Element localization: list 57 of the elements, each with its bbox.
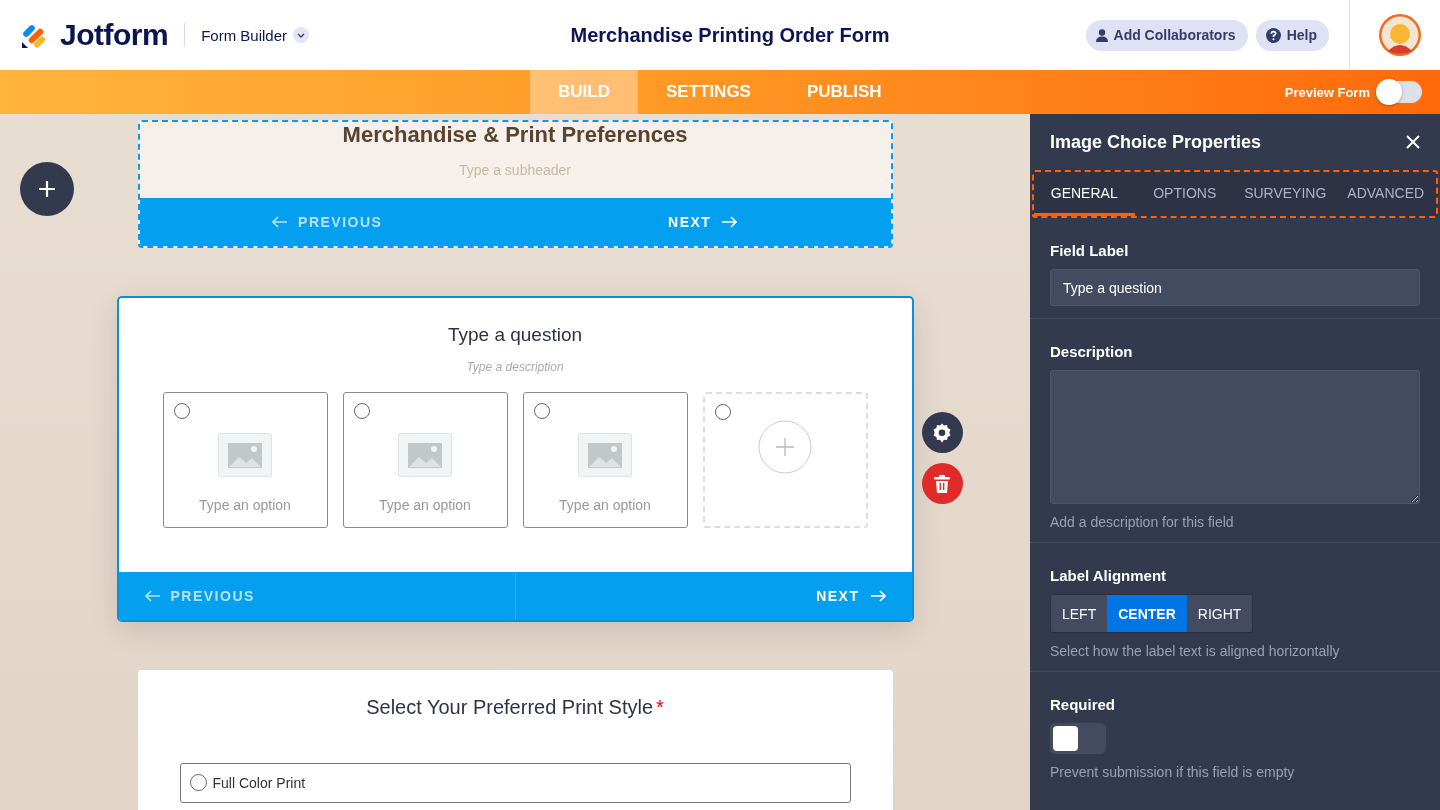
settings-button[interactable] xyxy=(921,412,963,453)
person-icon xyxy=(1095,28,1108,42)
help-icon xyxy=(1265,27,1281,43)
radio-button[interactable] xyxy=(189,774,207,791)
arrow-left-icon xyxy=(144,590,161,602)
radio-button[interactable] xyxy=(714,404,731,420)
subheader-placeholder: Type a subheader xyxy=(457,162,573,178)
chevron-down-icon xyxy=(293,27,310,43)
header-button[interactable]: Add Collaborators xyxy=(1085,19,1248,51)
plus-icon xyxy=(38,180,56,198)
alignment-option[interactable]: RIGHT xyxy=(1186,595,1253,632)
preview-toggle[interactable] xyxy=(1378,81,1422,103)
field-label-heading: Field Label xyxy=(1050,242,1130,259)
field-label-input[interactable]: Type a question xyxy=(1050,269,1420,306)
arrow-right-icon xyxy=(721,216,738,228)
panel-tab[interactable]: SURVEYING xyxy=(1235,172,1336,216)
required-hint: Prevent submission if this field is empty xyxy=(1050,764,1296,780)
label-alignment-heading: Label Alignment xyxy=(1050,567,1168,584)
radio-button[interactable] xyxy=(173,403,190,419)
avatar-icon[interactable] xyxy=(1378,13,1422,57)
form-heading: Merchandise & Print Preferences xyxy=(341,122,689,148)
image-placeholder-icon xyxy=(578,433,632,477)
panel-tab[interactable]: ADVANCED xyxy=(1335,172,1436,216)
arrow-left-icon xyxy=(272,216,289,228)
image-placeholder-icon xyxy=(218,433,272,477)
alignment-option[interactable]: LEFT xyxy=(1051,595,1108,632)
question-text[interactable]: Select Your Preferred Print Style xyxy=(366,696,653,718)
question-text[interactable]: Type a question xyxy=(118,324,912,346)
arrow-right-icon xyxy=(869,590,886,602)
option-label: Full Color Print xyxy=(212,775,306,791)
choice-card[interactable]: Select Your Preferred Print Style* Full Color Print xyxy=(137,670,893,810)
settings-icon xyxy=(932,422,952,443)
product-menu[interactable]: Form Builder xyxy=(201,26,310,44)
preview-label: Preview Form xyxy=(1284,84,1370,100)
required-heading: Required xyxy=(1050,696,1116,713)
radio-button[interactable] xyxy=(353,403,370,419)
alignment-hint: Select how the label text is aligned horizontally xyxy=(1050,643,1341,659)
logo-text[interactable]: Jotform xyxy=(60,18,169,52)
form-title: Merchandise Printing Order Form xyxy=(570,23,890,47)
trash-icon xyxy=(934,474,950,493)
choice-option[interactable]: Full Color Print xyxy=(179,763,851,803)
required-toggle[interactable] xyxy=(1050,723,1106,754)
header-button[interactable]: Help xyxy=(1255,19,1329,51)
close-icon[interactable] xyxy=(1406,135,1420,149)
panel-title: Image Choice Properties xyxy=(1050,131,1262,153)
description-heading: Description xyxy=(1050,343,1134,360)
radio-button[interactable] xyxy=(533,403,550,419)
alignment-option[interactable]: CENTER xyxy=(1107,595,1187,632)
panel-tab[interactable]: OPTIONS xyxy=(1134,172,1235,216)
delete-button[interactable] xyxy=(921,463,963,504)
description-input[interactable] xyxy=(1050,370,1420,504)
description-hint: Add a description for this field xyxy=(1050,514,1235,530)
panel-tab[interactable]: GENERAL xyxy=(1034,172,1135,216)
required-mark: * xyxy=(656,696,664,718)
image-placeholder-icon xyxy=(398,433,452,477)
add-element-button[interactable] xyxy=(20,162,74,216)
add-option-tile[interactable] xyxy=(702,392,868,528)
